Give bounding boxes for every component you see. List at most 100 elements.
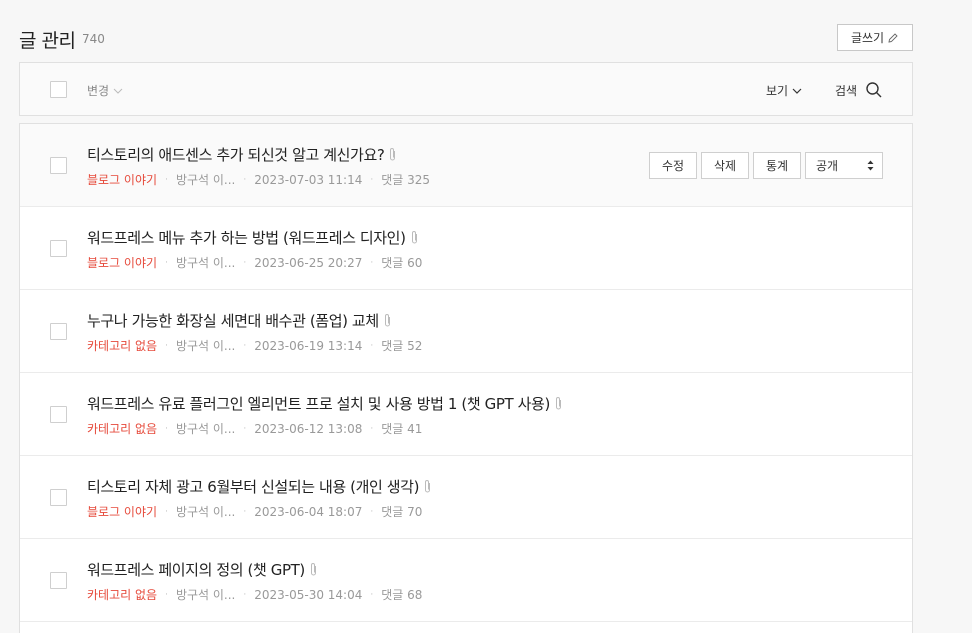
post-date: 2023-06-25 20:27 (254, 255, 363, 270)
post-title-link[interactable]: 티스토리의 애드센스 추가 되신것 알고 계신가요? (87, 144, 397, 165)
post-author: 방구석 이... (175, 588, 236, 602)
post-title-link[interactable]: 워드프레스 유료 플러그인 엘리먼트 프로 설치 및 사용 방법 1 (챗 GP… (87, 393, 563, 414)
separator-dot: · (243, 174, 247, 185)
post-meta: 블로그 이야기 · 방구석 이... · 2023-06-25 20:27 · … (87, 254, 422, 271)
separator-dot: · (370, 340, 374, 351)
separator-dot: · (243, 340, 247, 351)
chevron-down-icon (113, 88, 123, 94)
post-date: 2023-06-19 13:14 (254, 338, 363, 353)
post-row[interactable]: 누구나 가능한 화장실 세면대 배수관 (폼업) 교체 카테고리 없음 · 방구… (20, 290, 912, 373)
post-category[interactable]: 카테고리 없음 (87, 586, 157, 603)
post-date: 2023-06-12 13:08 (254, 421, 363, 436)
post-title: 티스토리 자체 광고 6월부터 신설되는 내용 (개인 생각) (87, 478, 420, 496)
list-toolbar: 변경 보기 검색 (19, 62, 913, 116)
post-checkbox[interactable] (50, 406, 67, 423)
change-label: 변경 (87, 84, 110, 98)
post-checkbox[interactable] (50, 323, 67, 340)
post-author: 방구석 이... (175, 505, 236, 519)
post-checkbox[interactable] (50, 240, 67, 257)
post-date: 2023-06-04 18:07 (254, 504, 363, 519)
post-meta: 카테고리 없음 · 방구석 이... · 2023-05-30 14:04 · … (87, 586, 422, 603)
post-row[interactable]: 워드프레스 메뉴 추가 하는 방법 (워드프레스 디자인) 블로그 이야기 · … (20, 207, 912, 290)
post-author: 방구석 이... (175, 256, 236, 270)
search-icon (866, 82, 882, 98)
post-author: 방구석 이... (175, 339, 236, 353)
post-category[interactable]: 카테고리 없음 (87, 420, 157, 437)
separator-dot: · (370, 423, 374, 434)
write-post-button[interactable]: 글쓰기 (837, 24, 913, 51)
post-checkbox[interactable] (50, 489, 67, 506)
search-button[interactable]: 검색 (835, 81, 883, 99)
view-dropdown[interactable]: 보기 (766, 82, 802, 99)
view-label: 보기 (766, 84, 789, 98)
post-author: 방구석 이... (175, 422, 236, 436)
post-date: 2023-05-30 14:04 (254, 587, 363, 602)
post-count: 740 (82, 32, 105, 46)
post-title: 워드프레스 메뉴 추가 하는 방법 (워드프레스 디자인) (87, 229, 406, 247)
post-meta: 블로그 이야기 · 방구석 이... · 2023-06-04 18:07 · … (87, 503, 422, 520)
post-checkbox[interactable] (50, 572, 67, 589)
separator-dot: · (243, 589, 247, 600)
post-comments[interactable]: 댓글 70 (381, 503, 422, 520)
separator-dot: · (370, 174, 374, 185)
post-list: 티스토리의 애드센스 추가 되신것 알고 계신가요? 블로그 이야기 · 방구석… (19, 123, 913, 633)
post-date: 2023-07-03 11:14 (254, 172, 363, 187)
paperclip-icon (310, 563, 316, 576)
post-title-link[interactable]: 워드프레스 페이지의 정의 (챗 GPT) (87, 559, 318, 580)
visibility-select[interactable]: 공개 (805, 152, 883, 179)
paperclip-icon (555, 397, 561, 410)
search-label: 검색 (835, 83, 858, 98)
page-title: 글 관리 (19, 30, 76, 52)
post-comments[interactable]: 댓글 68 (381, 586, 422, 603)
post-checkbox[interactable] (50, 157, 67, 174)
post-comments[interactable]: 댓글 325 (381, 171, 430, 188)
change-dropdown[interactable]: 변경 (87, 82, 123, 99)
page-header: 글 관리 740 글쓰기 (19, 24, 913, 54)
post-row[interactable]: 워드프레스 페이지의 정의 (챗 GPT) 카테고리 없음 · 방구석 이...… (20, 539, 912, 622)
separator-dot: · (243, 423, 247, 434)
edit-button[interactable]: 수정 (649, 152, 697, 179)
post-author: 방구석 이... (175, 173, 236, 187)
post-category[interactable]: 카테고리 없음 (87, 337, 157, 354)
select-all-checkbox[interactable] (50, 81, 67, 98)
delete-button[interactable]: 삭제 (701, 152, 749, 179)
post-category[interactable]: 블로그 이야기 (87, 503, 157, 520)
post-comments[interactable]: 댓글 52 (381, 337, 422, 354)
post-title-link[interactable]: 누구나 가능한 화장실 세면대 배수관 (폼업) 교체 (87, 310, 392, 331)
post-comments[interactable]: 댓글 60 (381, 254, 422, 271)
separator-dot: · (165, 174, 168, 185)
paperclip-icon (384, 314, 390, 327)
post-title: 누구나 가능한 화장실 세면대 배수관 (폼업) 교체 (87, 312, 379, 330)
separator-dot: · (243, 506, 247, 517)
post-comments[interactable]: 댓글 41 (381, 420, 422, 437)
post-title: 워드프레스 유료 플러그인 엘리먼트 프로 설치 및 사용 방법 1 (챗 GP… (87, 395, 550, 413)
separator-dot: · (165, 340, 168, 351)
separator-dot: · (165, 589, 168, 600)
paperclip-icon (411, 231, 417, 244)
post-category[interactable]: 블로그 이야기 (87, 254, 157, 271)
post-row[interactable]: 티스토리의 애드센스 추가 되신것 알고 계신가요? 블로그 이야기 · 방구석… (20, 124, 912, 207)
post-actions: 수정 삭제 통계 공개 (649, 152, 883, 179)
post-title-link[interactable]: 티스토리 자체 광고 6월부터 신설되는 내용 (개인 생각) (87, 476, 432, 497)
post-title: 워드프레스 페이지의 정의 (챗 GPT) (87, 561, 305, 579)
sort-arrows-icon (867, 160, 874, 171)
post-row[interactable]: 티스토리 자체 광고 6월부터 신설되는 내용 (개인 생각) 블로그 이야기 … (20, 456, 912, 539)
paperclip-icon (390, 148, 396, 161)
post-meta: 카테고리 없음 · 방구석 이... · 2023-06-12 13:08 · … (87, 420, 422, 437)
post-category[interactable]: 블로그 이야기 (87, 171, 157, 188)
post-meta: 블로그 이야기 · 방구석 이... · 2023-07-03 11:14 · … (87, 171, 430, 188)
write-post-label: 글쓰기 (850, 31, 885, 45)
chevron-down-icon (792, 88, 802, 94)
separator-dot: · (370, 257, 374, 268)
paperclip-icon (425, 480, 431, 493)
separator-dot: · (165, 423, 168, 434)
post-row[interactable]: 워드프레스 유료 플러그인 엘리먼트 프로 설치 및 사용 방법 1 (챗 GP… (20, 373, 912, 456)
separator-dot: · (370, 589, 374, 600)
post-title-link[interactable]: 워드프레스 메뉴 추가 하는 방법 (워드프레스 디자인) (87, 227, 419, 248)
stats-button[interactable]: 통계 (753, 152, 801, 179)
separator-dot: · (165, 257, 168, 268)
separator-dot: · (370, 506, 374, 517)
visibility-value: 공개 (816, 159, 839, 173)
pencil-icon (888, 32, 898, 43)
separator-dot: · (243, 257, 247, 268)
